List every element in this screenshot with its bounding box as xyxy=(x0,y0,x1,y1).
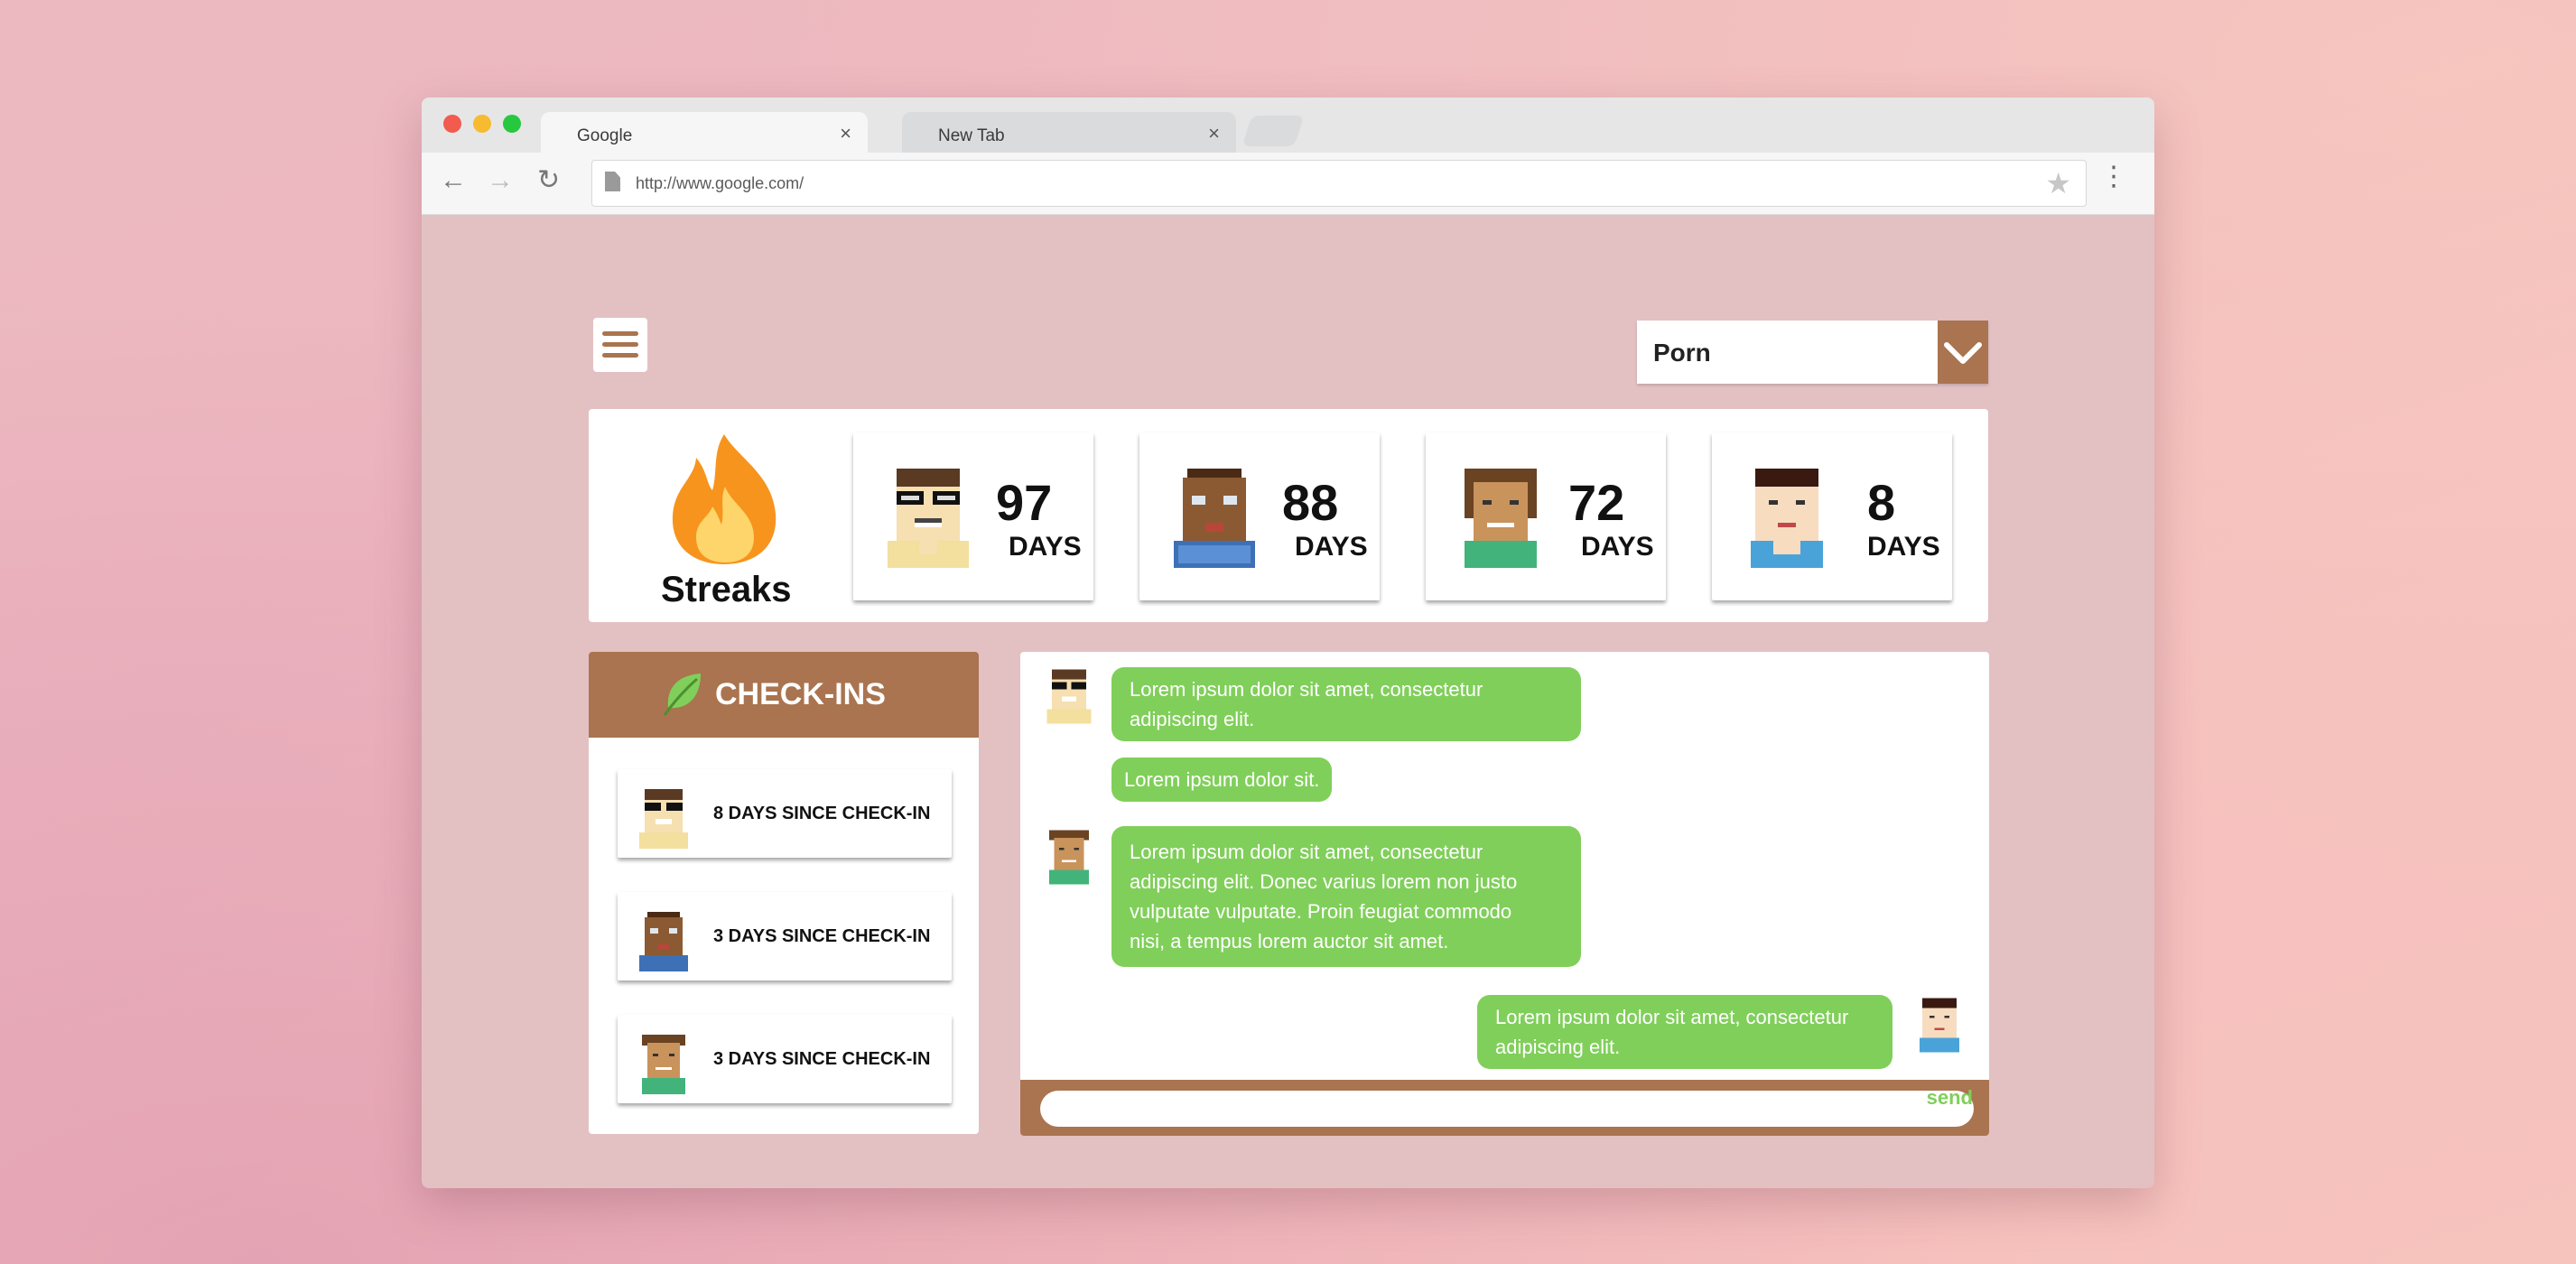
checkin-label: 3 DAYS SINCE CHECK-IN xyxy=(713,926,931,946)
checkin-item[interactable]: 8 DAYS SINCE CHECK-IN xyxy=(618,769,952,858)
browser-window: Google × New Tab × ← → ↻ http://www.goog… xyxy=(422,98,2154,1188)
message-line: vulputate vulputate. Proin feugiat commo… xyxy=(1130,900,1512,923)
streak-days-value: 8 xyxy=(1867,474,1896,531)
hamburger-icon[interactable] xyxy=(593,318,647,372)
message-line: Lorem ipsum dolor sit amet, consectetur xyxy=(1495,1006,1849,1028)
close-window-button[interactable] xyxy=(443,115,461,133)
checkin-item[interactable]: 3 DAYS SINCE CHECK-IN xyxy=(618,1015,952,1103)
message-line: Lorem ipsum dolor sit. xyxy=(1124,768,1320,791)
checkins-header: CHECK-INS xyxy=(589,652,979,738)
habit-select[interactable]: Porn xyxy=(1637,321,1988,384)
chat-message: Lorem ipsum dolor sit. xyxy=(1111,757,1333,802)
tab-new-tab[interactable]: New Tab × xyxy=(902,112,1236,153)
checkin-label: 8 DAYS SINCE CHECK-IN xyxy=(713,804,931,823)
streak-days-unit: DAYS xyxy=(1867,532,1940,562)
browser-toolbar: ← → ↻ http://www.google.com/ ★ ⋮ xyxy=(422,153,2154,215)
back-arrow-icon[interactable]: ← xyxy=(440,167,467,194)
message-line: Lorem ipsum dolor sit amet, consectetur xyxy=(1130,678,1483,701)
streak-card-1[interactable]: 97 DAYS xyxy=(853,432,1093,600)
streak-days-value: 88 xyxy=(1282,474,1339,531)
checkin-item[interactable]: 3 DAYS SINCE CHECK-IN xyxy=(618,892,952,981)
forward-arrow-icon[interactable]: → xyxy=(487,167,514,194)
chevron-down-icon[interactable] xyxy=(1938,321,1988,384)
streak-days-value: 97 xyxy=(996,474,1053,531)
chat-message: Lorem ipsum dolor sit amet, consectetur … xyxy=(1111,826,1581,967)
chat-composer: send xyxy=(1020,1080,1989,1136)
streak-days-unit: DAYS xyxy=(1295,532,1368,562)
chat-message: Lorem ipsum dolor sit amet, consectetur … xyxy=(1111,667,1581,741)
avatar-dark-skin-icon xyxy=(634,906,693,976)
message-line: adipiscing elit. Donec varius lorem non … xyxy=(1130,870,1518,893)
leaf-icon xyxy=(661,670,706,723)
checkins-panel: CHECK-INS 8 DAYS SINCE CHECK-IN 3 DAYS S… xyxy=(589,652,979,1134)
bookmark-star-icon[interactable]: ★ xyxy=(2045,166,2071,200)
avatar-dark-skin-icon xyxy=(1165,460,1264,572)
message-line: adipiscing elit. xyxy=(1130,708,1255,730)
avatar-curly-hair-icon xyxy=(1042,825,1096,889)
browser-menu-icon[interactable]: ⋮ xyxy=(2100,163,2127,191)
streaks-panel: Streaks 97 DAYS 88 DAYS 72 DAYS 8 DAYS xyxy=(589,409,1988,622)
streak-card-3[interactable]: 72 DAYS xyxy=(1426,432,1666,600)
streak-days-unit: DAYS xyxy=(1581,532,1654,562)
message-line: nisi, a tempus lorem auctor sit amet. xyxy=(1130,930,1449,953)
send-button[interactable]: send xyxy=(1927,1086,1973,1110)
tab-google[interactable]: Google × xyxy=(541,112,868,153)
chat-message: Lorem ipsum dolor sit amet, consectetur … xyxy=(1477,995,1892,1069)
message-input[interactable] xyxy=(1040,1091,1974,1127)
maximize-window-button[interactable] xyxy=(503,115,521,133)
streak-card-4[interactable]: 8 DAYS xyxy=(1712,432,1952,600)
tab-label: New Tab xyxy=(938,126,1005,145)
streaks-title: Streaks xyxy=(661,570,792,609)
avatar-curly-hair-icon xyxy=(634,1029,693,1099)
streak-days-value: 72 xyxy=(1568,474,1625,531)
reload-icon[interactable]: ↻ xyxy=(537,167,560,194)
tab-label: Google xyxy=(577,126,633,145)
tab-bar: Google × New Tab × xyxy=(422,98,2154,153)
streak-card-2[interactable]: 88 DAYS xyxy=(1139,432,1380,600)
message-line: Lorem ipsum dolor sit amet, consectetur xyxy=(1130,841,1483,863)
habit-select-value: Porn xyxy=(1653,339,1711,367)
checkin-label: 3 DAYS SINCE CHECK-IN xyxy=(713,1049,931,1069)
address-bar[interactable]: http://www.google.com/ ★ xyxy=(591,160,2087,207)
new-tab-button[interactable] xyxy=(1242,116,1305,146)
page-icon xyxy=(605,172,620,191)
streak-days-unit: DAYS xyxy=(1009,532,1082,562)
chat-panel: Lorem ipsum dolor sit amet, consectetur … xyxy=(1020,652,1989,1136)
avatar-glasses-icon xyxy=(879,460,978,572)
avatar-glasses-icon xyxy=(1042,665,1096,729)
close-tab-icon[interactable]: × xyxy=(1208,122,1220,145)
avatar-curly-hair-icon xyxy=(1451,460,1550,572)
avatar-black-hair-icon xyxy=(1737,460,1837,572)
avatar-glasses-icon xyxy=(634,784,693,853)
avatar-black-hair-icon xyxy=(1912,993,1967,1057)
message-line: adipiscing elit. xyxy=(1495,1036,1621,1058)
flame-icon xyxy=(665,431,783,571)
close-tab-icon[interactable]: × xyxy=(840,122,851,145)
checkins-title: CHECK-INS xyxy=(715,677,886,711)
url-text[interactable]: http://www.google.com/ xyxy=(636,174,804,193)
page-content: Porn Streaks 97 DAYS 88 DAYS 72 DAYS 8 D… xyxy=(422,215,2154,1188)
minimize-window-button[interactable] xyxy=(473,115,491,133)
